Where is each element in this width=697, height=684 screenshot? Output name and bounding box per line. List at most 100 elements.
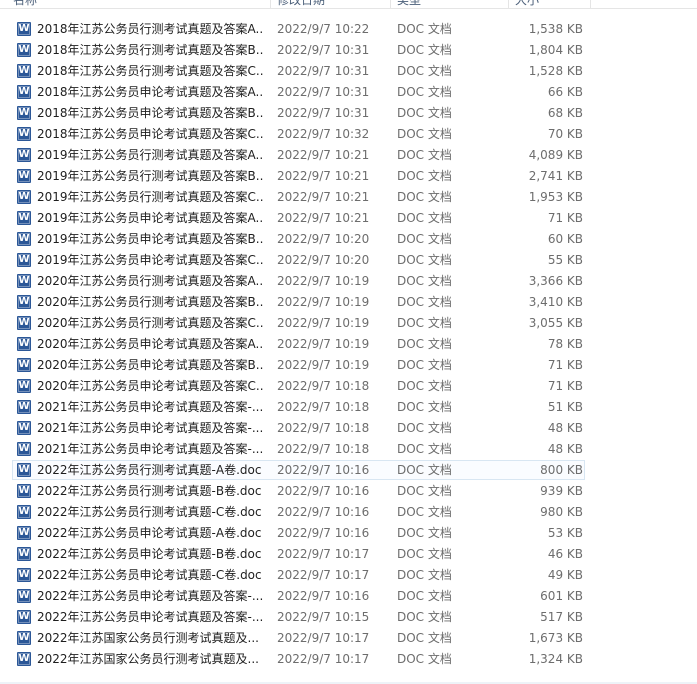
word-doc-icon: W: [17, 589, 31, 603]
file-size: 46 KB: [547, 547, 583, 561]
file-name: 2020年江苏公务员行测考试真题及答案A...: [37, 274, 263, 288]
file-row[interactable]: W 2018年江苏公务员行测考试真题及答案B... 2022/9/7 10:31 DO…: [0, 40, 697, 61]
file-size: 48 KB: [547, 442, 583, 456]
file-type: DOC 文档: [397, 274, 452, 288]
file-size: 3,055 KB: [528, 316, 583, 330]
file-type: DOC 文档: [397, 442, 452, 456]
file-row[interactable]: W 2022年江苏公务员申论考试真题-B卷.doc 2022/9/7 10:17 DO…: [0, 544, 697, 565]
file-row[interactable]: W 2019年江苏公务员申论考试真题及答案B... 2022/9/7 10:20 DO…: [0, 229, 697, 250]
file-modified-date: 2022/9/7 10:16: [277, 463, 370, 477]
file-name: 2022年江苏公务员申论考试真题及答案-...: [37, 610, 263, 624]
file-row[interactable]: W 2020年江苏公务员行测考试真题及答案B... 2022/9/7 10:19 DO…: [0, 292, 697, 313]
column-divider[interactable]: [590, 0, 591, 8]
file-row[interactable]: W 2022年江苏公务员申论考试真题及答案-... 2022/9/7 10:16 DO…: [0, 586, 697, 607]
file-modified-date: 2022/9/7 10:19: [277, 274, 370, 288]
column-header-size[interactable]: 大小: [515, 0, 539, 8]
word-doc-icon: W: [17, 64, 31, 78]
column-header-bar: 名称 修改日期 类型 大小: [0, 0, 697, 9]
file-name: 2020年江苏公务员申论考试真题及答案C...: [37, 379, 263, 393]
file-name: 2019年江苏公务员申论考试真题及答案A...: [37, 211, 263, 225]
file-modified-date: 2022/9/7 10:17: [277, 652, 370, 666]
file-size: 66 KB: [547, 85, 583, 99]
file-type: DOC 文档: [397, 190, 452, 204]
file-row[interactable]: W 2020年江苏公务员申论考试真题及答案B... 2022/9/7 10:19 DO…: [0, 355, 697, 376]
file-modified-date: 2022/9/7 10:15: [277, 610, 370, 624]
file-type: DOC 文档: [397, 85, 452, 99]
file-row[interactable]: W 2021年江苏公务员申论考试真题及答案-... 2022/9/7 10:18 DO…: [0, 418, 697, 439]
file-row[interactable]: W 2018年江苏公务员行测考试真题及答案C... 2022/9/7 10:31 DO…: [0, 61, 697, 82]
file-modified-date: 2022/9/7 10:20: [277, 232, 370, 246]
file-row[interactable]: W 2020年江苏公务员申论考试真题及答案C... 2022/9/7 10:18 DO…: [0, 376, 697, 397]
file-row[interactable]: W 2022年江苏公务员行测考试真题-A卷.doc 2022/9/7 10:16 DO…: [0, 460, 697, 481]
file-row[interactable]: W 2019年江苏公务员行测考试真题及答案B... 2022/9/7 10:21 DO…: [0, 166, 697, 187]
file-modified-date: 2022/9/7 10:19: [277, 316, 370, 330]
file-row[interactable]: W 2019年江苏公务员申论考试真题及答案C... 2022/9/7 10:20 DO…: [0, 250, 697, 271]
file-modified-date: 2022/9/7 10:19: [277, 358, 370, 372]
word-doc-icon: W: [17, 547, 31, 561]
file-name: 2018年江苏公务员行测考试真题及答案A...: [37, 22, 263, 36]
word-doc-icon: W: [17, 253, 31, 267]
file-row[interactable]: W 2020年江苏公务员行测考试真题及答案C... 2022/9/7 10:19 DO…: [0, 313, 697, 334]
file-size: 3,410 KB: [528, 295, 583, 309]
word-doc-icon: W: [17, 211, 31, 225]
word-doc-icon: W: [17, 190, 31, 204]
file-size: 55 KB: [547, 253, 583, 267]
file-row[interactable]: W 2022年江苏公务员行测考试真题-B卷.doc 2022/9/7 10:16 DO…: [0, 481, 697, 502]
file-row[interactable]: W 2022年江苏公务员申论考试真题-A卷.doc 2022/9/7 10:16 DO…: [0, 523, 697, 544]
file-row[interactable]: W 2022年江苏公务员申论考试真题及答案-... 2022/9/7 10:15 DO…: [0, 607, 697, 628]
file-name: 2019年江苏公务员行测考试真题及答案C...: [37, 190, 263, 204]
column-header-name[interactable]: 名称: [13, 0, 37, 8]
file-row[interactable]: W 2020年江苏公务员行测考试真题及答案A... 2022/9/7 10:19 DO…: [0, 271, 697, 292]
file-modified-date: 2022/9/7 10:32: [277, 127, 370, 141]
file-name: 2018年江苏公务员申论考试真题及答案C...: [37, 127, 263, 141]
file-type: DOC 文档: [397, 253, 452, 267]
file-size: 1,538 KB: [528, 22, 583, 36]
file-row[interactable]: W 2022年江苏国家公务员行测考试真题及... 2022/9/7 10:17 DOC…: [0, 628, 697, 649]
file-modified-date: 2022/9/7 10:21: [277, 148, 370, 162]
file-size: 4,089 KB: [528, 148, 583, 162]
file-row[interactable]: W 2019年江苏公务员行测考试真题及答案C... 2022/9/7 10:21 DO…: [0, 187, 697, 208]
word-doc-icon: W: [17, 43, 31, 57]
file-row[interactable]: W 2021年江苏公务员申论考试真题及答案-... 2022/9/7 10:18 DO…: [0, 439, 697, 460]
file-size: 1,324 KB: [528, 652, 583, 666]
column-divider[interactable]: [270, 0, 271, 8]
word-doc-icon: W: [17, 106, 31, 120]
file-row[interactable]: W 2021年江苏公务员申论考试真题及答案-... 2022/9/7 10:18 DO…: [0, 397, 697, 418]
file-row[interactable]: W 2022年江苏公务员申论考试真题-C卷.doc 2022/9/7 10:17 DO…: [0, 565, 697, 586]
file-modified-date: 2022/9/7 10:31: [277, 43, 370, 57]
file-row[interactable]: W 2018年江苏公务员申论考试真题及答案A... 2022/9/7 10:31 DO…: [0, 82, 697, 103]
file-name: 2022年江苏公务员申论考试真题-A卷.doc: [37, 526, 262, 540]
file-name: 2022年江苏国家公务员行测考试真题及...: [37, 631, 259, 645]
file-type: DOC 文档: [397, 358, 452, 372]
file-row[interactable]: W 2018年江苏公务员行测考试真题及答案A... 2022/9/7 10:22 DO…: [0, 19, 697, 40]
file-row[interactable]: W 2022年江苏公务员行测考试真题-C卷.doc 2022/9/7 10:16 DO…: [0, 502, 697, 523]
column-divider[interactable]: [390, 0, 391, 8]
file-size: 517 KB: [540, 610, 583, 624]
file-type: DOC 文档: [397, 127, 452, 141]
file-modified-date: 2022/9/7 10:31: [277, 85, 370, 99]
column-header-date[interactable]: 修改日期: [277, 0, 325, 8]
word-doc-icon: W: [17, 442, 31, 456]
file-modified-date: 2022/9/7 10:21: [277, 211, 370, 225]
file-row[interactable]: W 2019年江苏公务员申论考试真题及答案A... 2022/9/7 10:21 DO…: [0, 208, 697, 229]
file-row[interactable]: W 2022年江苏国家公务员行测考试真题及... 2022/9/7 10:17 DOC…: [0, 649, 697, 670]
word-doc-icon: W: [17, 379, 31, 393]
file-size: 601 KB: [540, 589, 583, 603]
file-row[interactable]: W 2020年江苏公务员申论考试真题及答案A... 2022/9/7 10:19 DO…: [0, 334, 697, 355]
file-name: 2022年江苏公务员申论考试真题-C卷.doc: [37, 568, 262, 582]
file-type: DOC 文档: [397, 148, 452, 162]
file-row[interactable]: W 2018年江苏公务员申论考试真题及答案B... 2022/9/7 10:31 DO…: [0, 103, 697, 124]
file-size: 53 KB: [547, 526, 583, 540]
file-modified-date: 2022/9/7 10:22: [277, 22, 370, 36]
file-name: 2022年江苏公务员申论考试真题及答案-...: [37, 589, 263, 603]
word-doc-icon: W: [17, 295, 31, 309]
file-row[interactable]: W 2018年江苏公务员申论考试真题及答案C... 2022/9/7 10:32 DO…: [0, 124, 697, 145]
file-modified-date: 2022/9/7 10:17: [277, 547, 370, 561]
file-size: 78 KB: [547, 337, 583, 351]
file-type: DOC 文档: [397, 211, 452, 225]
column-divider[interactable]: [508, 0, 509, 8]
file-name: 2019年江苏公务员行测考试真题及答案B...: [37, 169, 263, 183]
file-row[interactable]: W 2019年江苏公务员行测考试真题及答案A... 2022/9/7 10:21 DO…: [0, 145, 697, 166]
column-header-type[interactable]: 类型: [397, 0, 421, 8]
file-modified-date: 2022/9/7 10:16: [277, 505, 370, 519]
